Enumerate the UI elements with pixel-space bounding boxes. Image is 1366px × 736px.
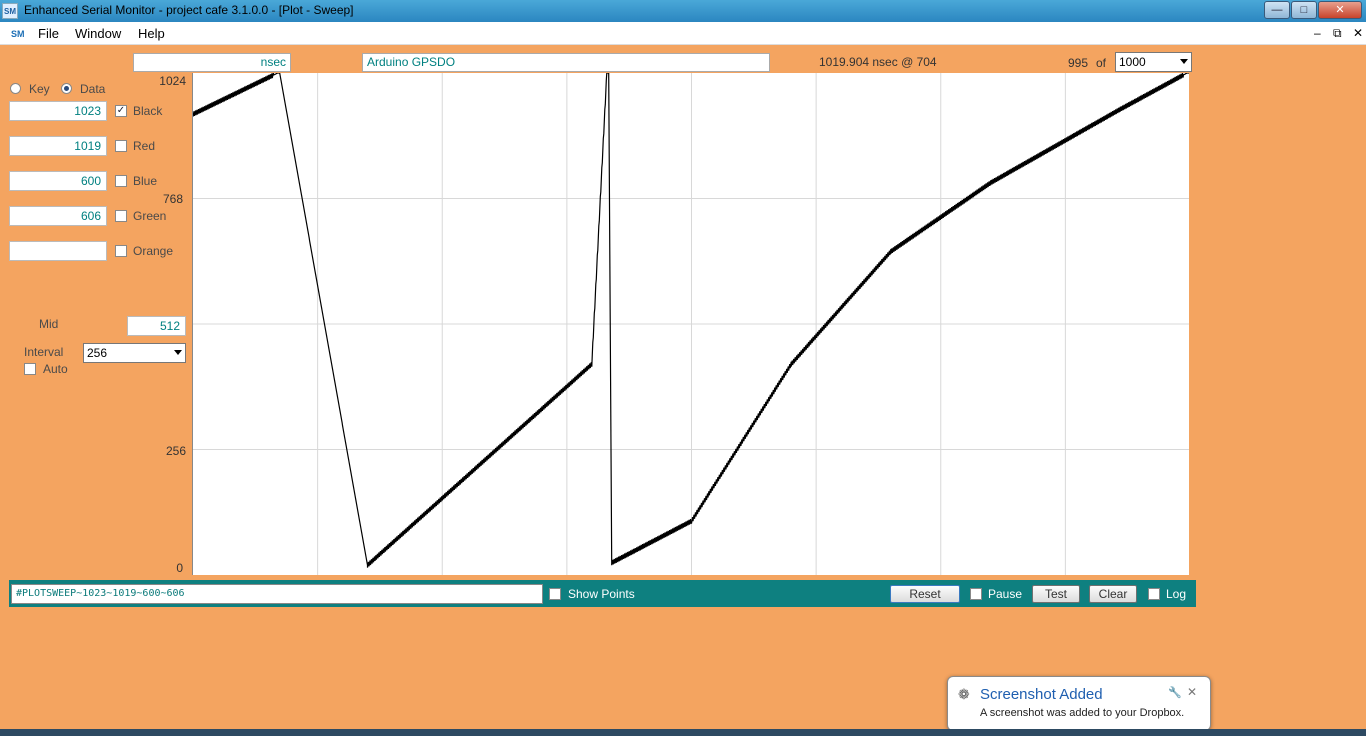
green-label: Green xyxy=(133,209,167,223)
close-icon[interactable]: ✕ xyxy=(1187,685,1197,699)
y-tick-label: 256 xyxy=(165,444,186,458)
position-value: 995 xyxy=(1068,56,1089,70)
pause-label: Pause xyxy=(988,587,1023,601)
y-tick-label: 1024 xyxy=(159,74,186,88)
auto-checkbox[interactable] xyxy=(24,363,36,375)
window-title: Enhanced Serial Monitor - project cafe 3… xyxy=(24,3,354,17)
blue-label: Blue xyxy=(133,174,158,188)
y-tick-label: 0 xyxy=(176,561,183,575)
dropbox-icon: ❁ xyxy=(958,686,970,702)
toast-message: A screenshot was added to your Dropbox. xyxy=(980,707,1185,719)
blue-checkbox[interactable] xyxy=(115,175,127,187)
mdi-close-icon[interactable]: ✕ xyxy=(1353,26,1363,40)
data-radio[interactable] xyxy=(61,83,72,94)
interval-label: Interval xyxy=(24,345,64,359)
units-field[interactable]: nsec xyxy=(133,53,291,72)
green-value-field[interactable]: 606 xyxy=(9,206,107,226)
log-checkbox[interactable] xyxy=(1148,588,1160,600)
red-value-field[interactable]: 1019 xyxy=(9,136,107,156)
app-menu-icon[interactable]: SM xyxy=(11,27,26,41)
green-checkbox[interactable] xyxy=(115,210,127,222)
plot-title-field[interactable]: Arduino GPSDO xyxy=(362,53,770,72)
key-label: Key xyxy=(29,82,50,96)
y-tick-label: 768 xyxy=(162,192,183,206)
black-checkbox[interactable]: ✓ xyxy=(115,105,127,117)
data-label: Data xyxy=(80,82,106,96)
mid-label: Mid xyxy=(39,317,59,331)
total-points-select[interactable]: 1000 xyxy=(1115,52,1192,72)
menu-bar xyxy=(0,22,1366,45)
of-label: of xyxy=(1096,56,1107,70)
chevron-down-icon xyxy=(174,350,182,355)
menu-window[interactable]: Window xyxy=(75,26,121,41)
red-checkbox[interactable] xyxy=(115,140,127,152)
menu-help[interactable]: Help xyxy=(138,26,165,41)
sweep-plot[interactable] xyxy=(192,73,1189,575)
pause-checkbox[interactable] xyxy=(970,588,982,600)
chevron-down-icon xyxy=(1180,59,1188,64)
auto-label: Auto xyxy=(43,362,68,376)
test-button[interactable]: Test xyxy=(1032,585,1080,603)
reset-button[interactable]: Reset xyxy=(890,585,960,603)
red-label: Red xyxy=(133,139,156,153)
mdi-restore-icon[interactable]: ⧉ xyxy=(1333,26,1342,41)
mdi-minimize-icon[interactable]: – xyxy=(1314,26,1321,40)
orange-label: Orange xyxy=(133,244,174,258)
blue-value-field[interactable]: 600 xyxy=(9,171,107,191)
key-radio[interactable] xyxy=(10,83,21,94)
menu-file[interactable]: File xyxy=(38,26,59,41)
clear-button[interactable]: Clear xyxy=(1089,585,1137,603)
mid-value-field[interactable]: 512 xyxy=(127,316,186,336)
notification-toast[interactable] xyxy=(947,676,1211,731)
show-points-checkbox[interactable] xyxy=(549,588,561,600)
orange-checkbox[interactable] xyxy=(115,245,127,257)
interval-select[interactable]: 256 xyxy=(83,343,186,363)
close-button[interactable]: ✕ xyxy=(1318,1,1362,19)
minimize-button[interactable]: — xyxy=(1264,1,1290,19)
taskbar xyxy=(0,729,1366,736)
black-label: Black xyxy=(133,104,163,118)
orange-value-field[interactable] xyxy=(9,241,107,261)
toast-title: Screenshot Added xyxy=(980,686,1103,703)
grid xyxy=(193,73,1189,575)
cursor-readout: 1019.904 nsec @ 704 xyxy=(819,55,937,69)
interval-value: 256 xyxy=(87,346,108,360)
total-points-value: 1000 xyxy=(1119,55,1146,69)
show-points-label: Show Points xyxy=(568,587,635,601)
command-input[interactable]: #PLOTSWEEP~1023~1019~600~606 xyxy=(11,584,543,604)
log-label: Log xyxy=(1166,587,1187,601)
black-value-field[interactable]: 1023 xyxy=(9,101,107,121)
maximize-button[interactable]: □ xyxy=(1291,1,1317,19)
app-icon: SM xyxy=(2,3,18,19)
settings-icon[interactable]: 🔧 xyxy=(1168,686,1182,699)
